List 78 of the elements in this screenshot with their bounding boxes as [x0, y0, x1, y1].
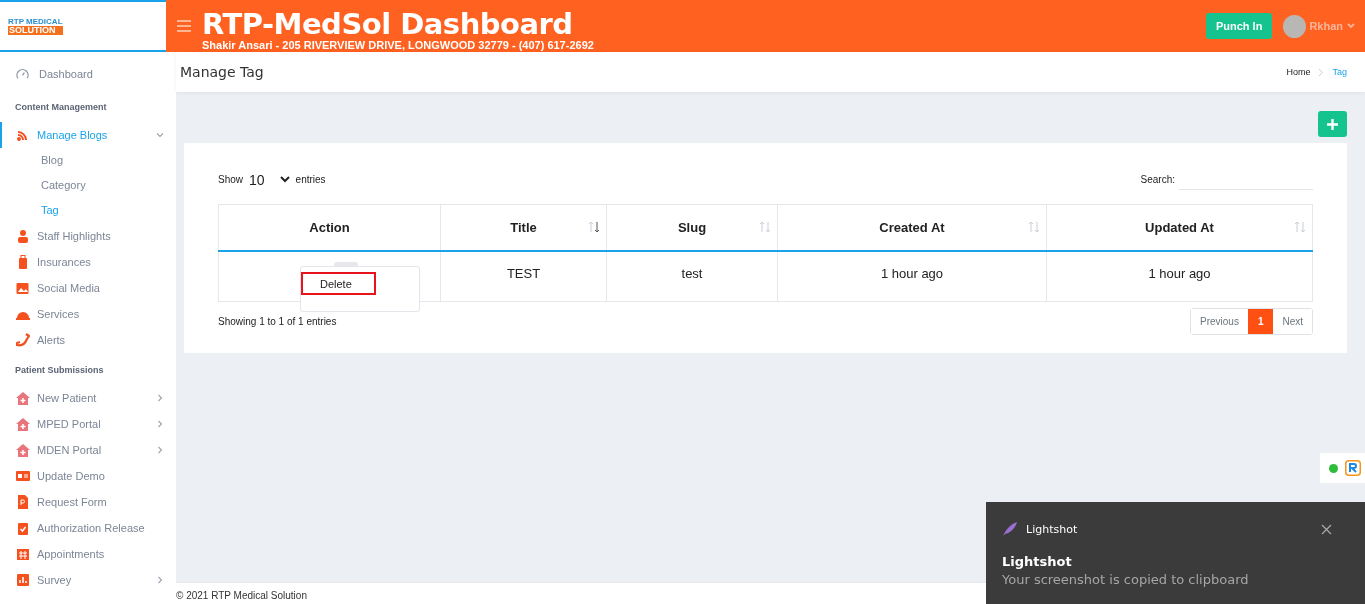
submenu-item[interactable]: Category [0, 173, 176, 198]
section-title: Patient Submissions [14, 364, 105, 377]
feather-icon [1002, 521, 1018, 537]
chevron-icon[interactable] [156, 131, 164, 139]
breadcrumb-link[interactable]: Tag [1332, 67, 1347, 77]
dashboard-title: RTP-MedSol Dashboard [202, 9, 574, 39]
sidebar-item[interactable]: MDEN Portal [0, 437, 176, 463]
chart-icon [16, 573, 30, 587]
entries-label: entries [295, 174, 326, 185]
page-size-select[interactable]: 10 [249, 171, 290, 188]
card-icon [16, 469, 30, 483]
section-title: Content Management [14, 101, 108, 114]
delete-menu-item[interactable]: Delete [301, 272, 376, 295]
column-header[interactable]: Slug [606, 204, 778, 251]
chevron-icon[interactable] [156, 576, 164, 584]
cal-icon [16, 547, 30, 561]
sidebar-item[interactable]: Update Demo [0, 463, 176, 489]
column-header[interactable]: Title [440, 204, 607, 251]
add-button[interactable] [1318, 111, 1347, 137]
column-header[interactable]: Created At [777, 204, 1047, 251]
chevron-icon [1318, 67, 1325, 77]
show-label: Show [218, 174, 243, 185]
sidebar-item[interactable]: Alerts [0, 327, 176, 353]
menu-icon[interactable] [177, 20, 191, 32]
sidebar-item[interactable]: Social Media [0, 275, 176, 301]
sidebar-item[interactable]: MPED Portal [0, 411, 176, 437]
house-icon [16, 417, 30, 431]
gauge-icon [16, 67, 29, 81]
copyright-text: © 2021 RTP Medical Solution [176, 590, 307, 601]
sidebar-item[interactable]: Staff Highlights [0, 223, 176, 249]
chevron-icon[interactable] [156, 446, 164, 454]
image-icon [16, 281, 30, 295]
table-cell: TEST [440, 251, 607, 301]
online-dot-icon [1329, 463, 1338, 473]
sort-icon[interactable] [588, 221, 600, 233]
column-header[interactable]: Updated At [1046, 204, 1313, 251]
toast-title: Lightshot [1002, 554, 1073, 569]
status-widget[interactable] [1320, 453, 1365, 483]
sidebar-item[interactable]: Dashboard [0, 58, 176, 90]
house-icon [16, 443, 30, 457]
sidebar-item[interactable]: New Patient [0, 385, 176, 411]
doc-icon [16, 495, 30, 509]
punch-in-button[interactable]: Punch In [1205, 13, 1273, 39]
table-cell: test [606, 251, 778, 301]
breadcrumb-link[interactable]: Home [1286, 67, 1311, 77]
submenu-item[interactable]: Tag [0, 198, 176, 223]
phone-icon [16, 333, 30, 347]
clip-icon [16, 521, 30, 535]
sidebar-item[interactable]: Services [0, 301, 176, 327]
toast-message: Your screenshot is copied to clipboard [1002, 572, 1250, 587]
person-icon [16, 229, 30, 243]
caret-icon[interactable] [279, 176, 290, 183]
sidebar-item[interactable]: Request Form [0, 489, 176, 515]
sidebar-item[interactable]: Survey [0, 567, 176, 593]
r-logo-icon [1345, 460, 1361, 476]
sidebar-item[interactable]: Insurances [0, 249, 176, 275]
page-title: Manage Tag [180, 64, 264, 80]
sidebar-item[interactable]: Manage Blogs [0, 122, 176, 148]
close-icon[interactable] [1321, 523, 1332, 535]
search-label: Search: [1140, 174, 1175, 185]
house-icon [16, 391, 30, 405]
column-header: Action [218, 204, 441, 251]
page-button[interactable]: 1 [1247, 308, 1274, 334]
app-name: Lightshot [1026, 522, 1078, 536]
logo: RTP MEDICAL SOLUTION [8, 17, 63, 35]
table-cell: 1 hour ago [777, 251, 1047, 301]
chevron-icon[interactable] [156, 394, 164, 402]
entries-info: Showing 1 to 1 of 1 entries [218, 315, 337, 327]
chevron-icon[interactable] [156, 420, 164, 428]
avatar[interactable] [1283, 14, 1307, 38]
submenu-item[interactable]: Blog [0, 148, 176, 173]
plus-icon [1327, 118, 1338, 130]
sidebar-item[interactable]: Appointments [0, 541, 176, 567]
sidebar-item[interactable]: Authorization Release [0, 515, 176, 541]
address-line: Shakir Ansari - 205 RIVERVIEW DRIVE, LONGWOOD 32779 - (407) 617-2692 [202, 39, 594, 51]
table-cell: 1 hour ago [1046, 251, 1313, 301]
bag-icon [16, 255, 30, 269]
rss-icon [16, 128, 30, 142]
